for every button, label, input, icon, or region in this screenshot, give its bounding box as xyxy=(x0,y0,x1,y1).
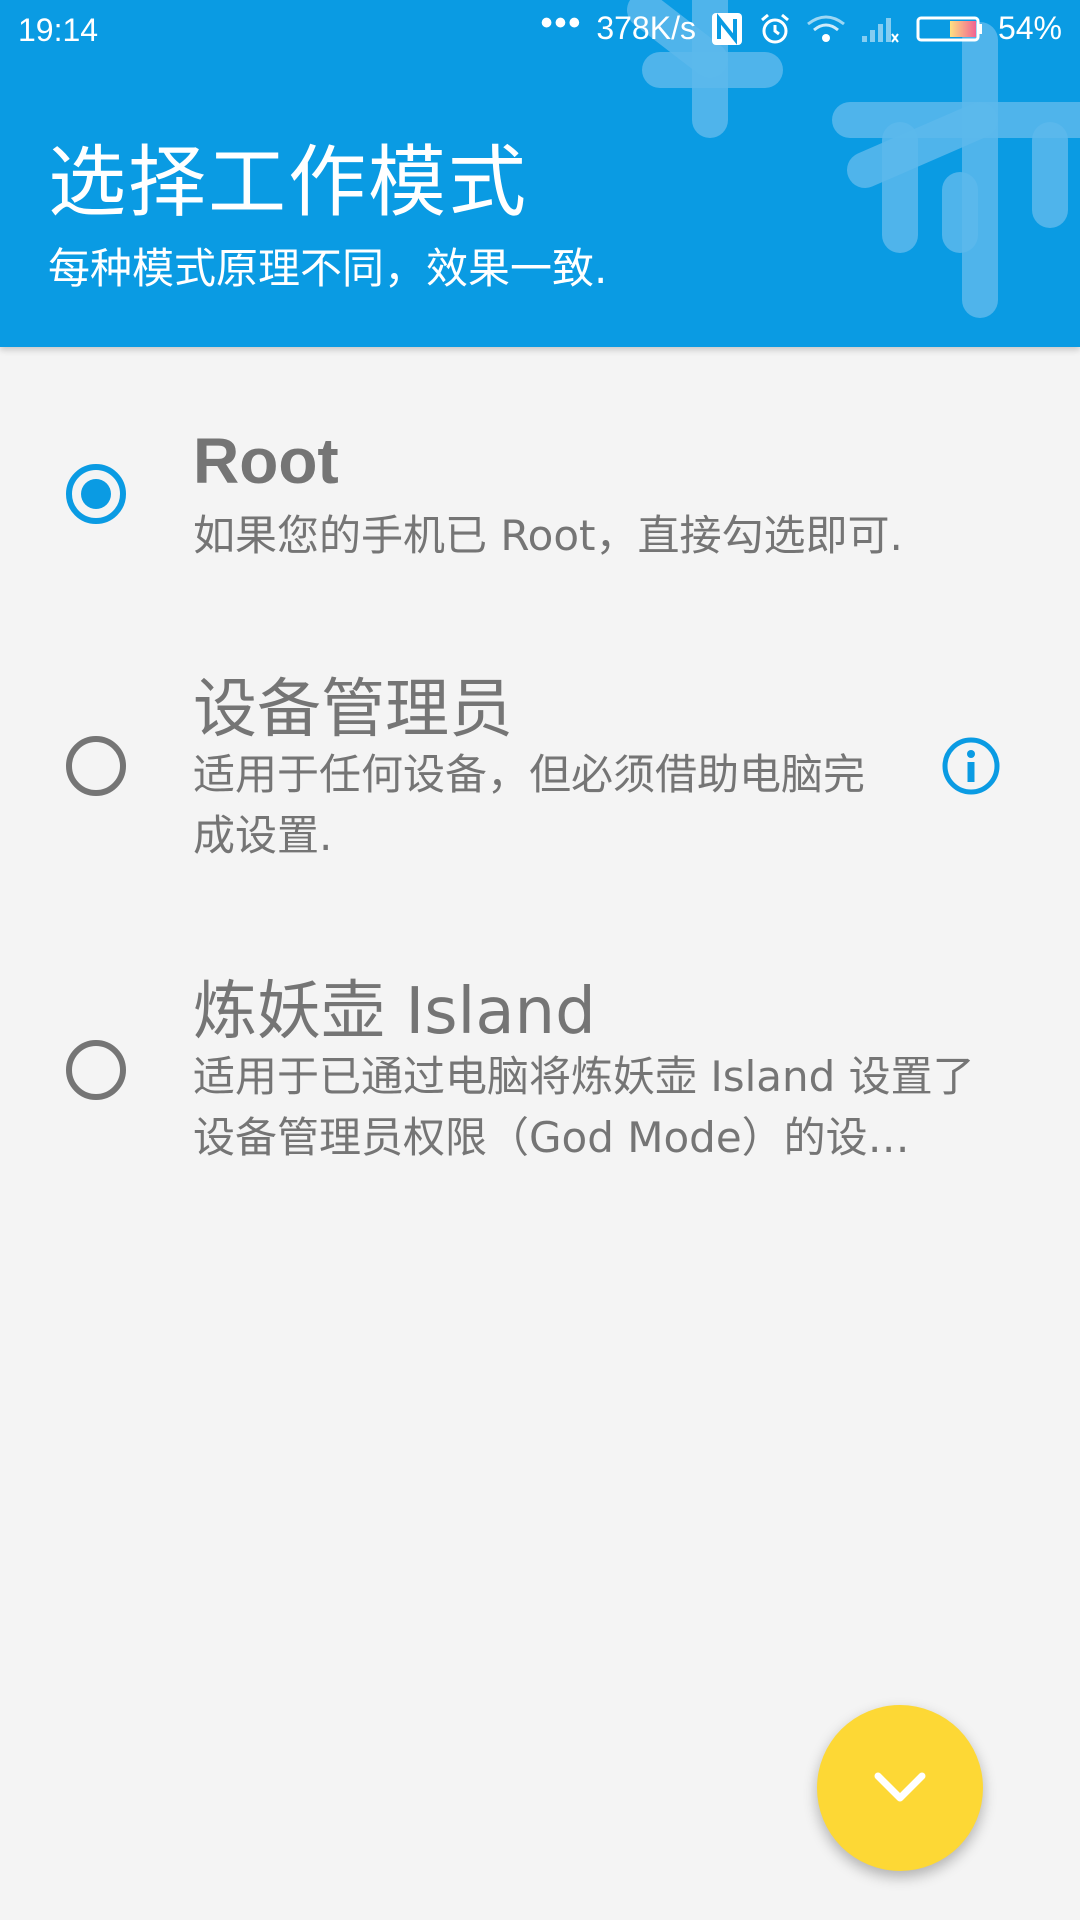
mode-option-root[interactable]: Root 如果您的手机已 Root，直接勾选即可. xyxy=(0,400,1080,600)
wifi-icon xyxy=(806,14,846,44)
radio-button-island[interactable] xyxy=(66,1040,126,1100)
page-subtitle: 每种模式原理不同，效果一致. xyxy=(48,244,608,293)
next-fab-button[interactable] xyxy=(817,1705,983,1871)
option-description: 如果您的手机已 Root，直接勾选即可. xyxy=(193,511,903,560)
mode-option-device-admin[interactable]: 设备管理员 适用于任何设备，但必须借助电脑完成设置. xyxy=(0,640,1080,880)
option-title: 设备管理员 xyxy=(193,673,513,747)
status-bar: 19:14 ••• 378K/s 54% xyxy=(0,0,1080,62)
chevron-down-icon xyxy=(874,1772,926,1802)
page-title: 选择工作模式 xyxy=(48,138,529,228)
option-title: Root xyxy=(193,425,339,497)
mode-option-island[interactable]: 炼妖壶 Island 适用于已通过电脑将炼妖壶 Island 设置了设备管理员权… xyxy=(0,940,1080,1180)
signal-icon xyxy=(860,14,900,44)
status-icons: ••• 378K/s 54% xyxy=(541,4,1062,47)
option-description: 适用于任何设备，但必须借助电脑完成设置. xyxy=(193,750,866,860)
battery-icon xyxy=(914,14,984,44)
status-time: 19:14 xyxy=(18,12,99,48)
app-header: 19:14 ••• 378K/s 54% 选择工作模式 每种模式原理不同，效果一… xyxy=(0,0,1080,347)
alarm-icon xyxy=(758,12,792,46)
network-speed: 378K/s xyxy=(596,10,696,46)
option-title: 炼妖壶 Island xyxy=(193,975,596,1049)
nfc-icon xyxy=(710,11,744,47)
notification-dots: ••• xyxy=(540,4,583,42)
option-description: 适用于已通过电脑将炼妖壶 Island 设置了设备管理员权限（God Mode）… xyxy=(193,1052,975,1162)
radio-button-device-admin[interactable] xyxy=(66,736,126,796)
battery-percent: 54% xyxy=(997,10,1062,46)
info-icon[interactable] xyxy=(941,736,1001,796)
radio-button-root[interactable] xyxy=(66,464,126,524)
